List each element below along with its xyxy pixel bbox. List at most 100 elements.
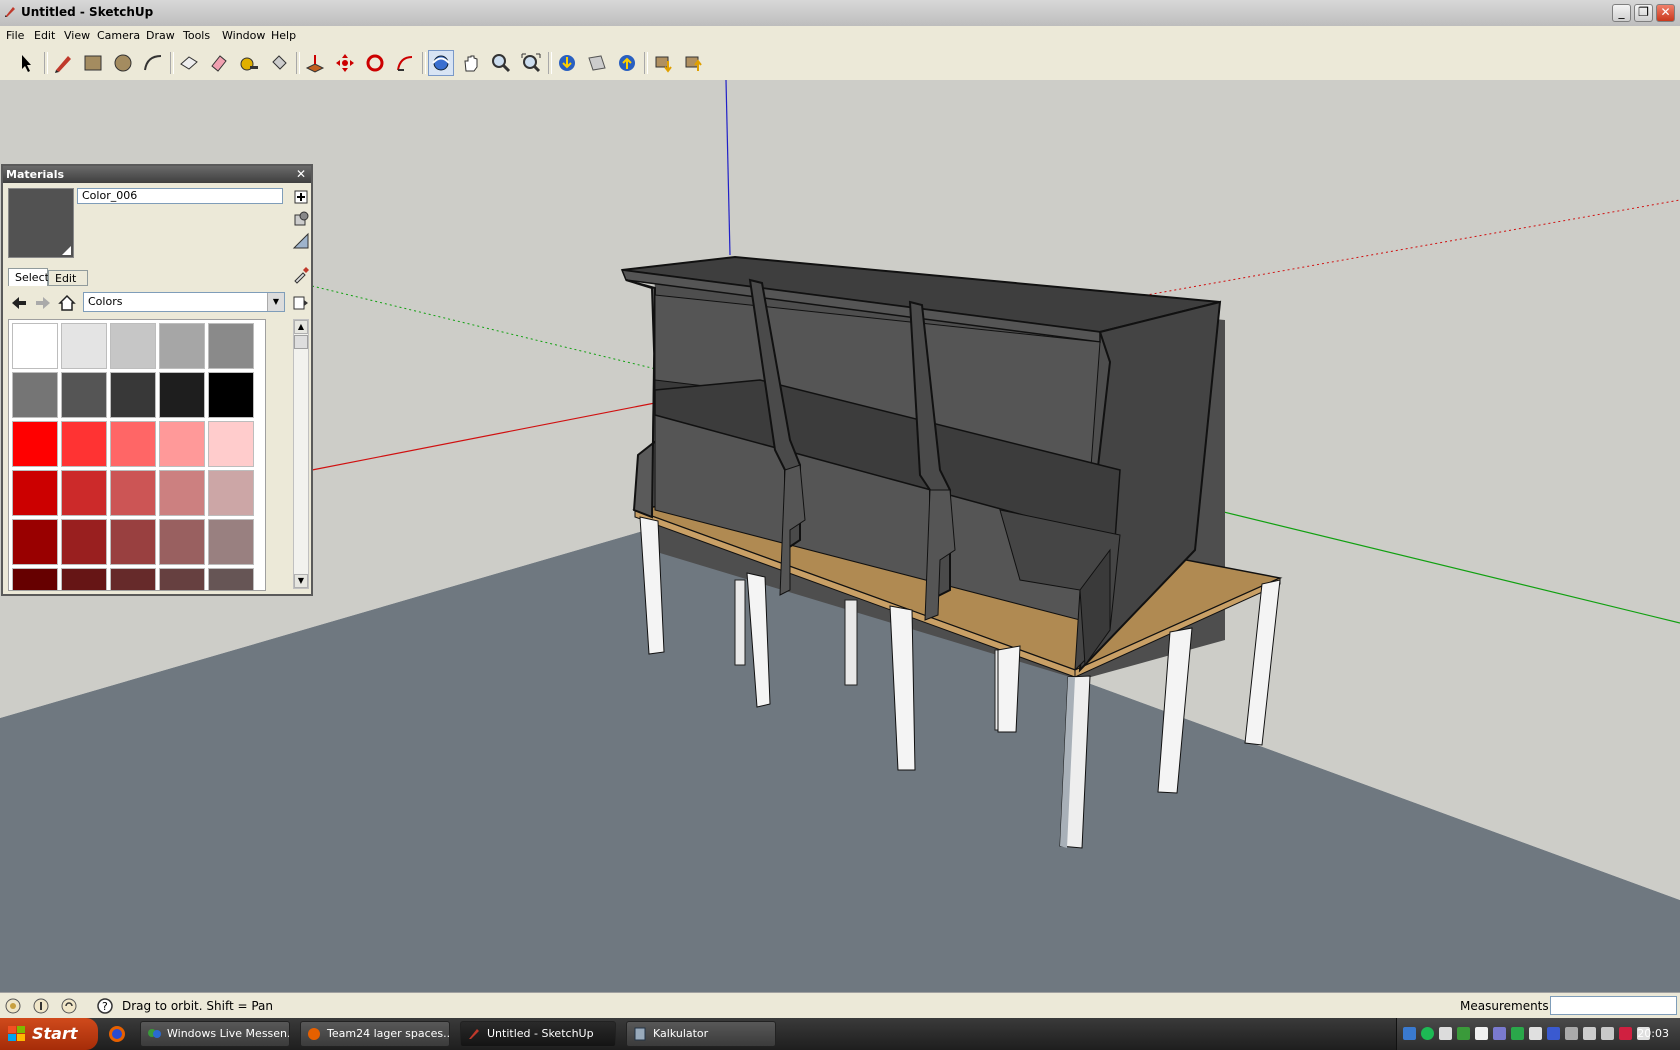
zoom-extents-icon[interactable] bbox=[518, 50, 544, 76]
scroll-thumb[interactable] bbox=[294, 335, 308, 349]
get-models-icon[interactable] bbox=[554, 50, 580, 76]
menu-view[interactable]: View bbox=[64, 29, 90, 42]
color-swatch[interactable] bbox=[12, 568, 58, 590]
color-swatch[interactable] bbox=[208, 519, 254, 565]
color-swatch[interactable] bbox=[61, 519, 107, 565]
scroll-down-icon[interactable]: ▼ bbox=[294, 574, 308, 588]
help-question-icon[interactable]: ? bbox=[96, 997, 114, 1015]
color-swatch[interactable] bbox=[208, 470, 254, 516]
color-swatch[interactable] bbox=[12, 519, 58, 565]
collection-dropdown[interactable]: Colors ▼ bbox=[83, 292, 285, 312]
firefox-quicklaunch-icon[interactable] bbox=[108, 1025, 126, 1043]
color-swatch[interactable] bbox=[208, 421, 254, 467]
share-model-icon[interactable] bbox=[614, 50, 640, 76]
eyedropper-icon[interactable] bbox=[292, 266, 310, 284]
follow-me-icon[interactable] bbox=[392, 50, 418, 76]
place-model-icon[interactable] bbox=[584, 50, 610, 76]
share-component-icon[interactable] bbox=[680, 50, 706, 76]
minimize-button[interactable]: _ bbox=[1612, 4, 1631, 22]
move-icon[interactable] bbox=[332, 50, 358, 76]
paint-bucket-icon[interactable] bbox=[266, 50, 292, 76]
default-material-icon[interactable] bbox=[292, 232, 310, 250]
wireless-icon[interactable] bbox=[1601, 1027, 1614, 1040]
arc-tool-icon[interactable] bbox=[140, 50, 166, 76]
measurements-input[interactable] bbox=[1550, 996, 1677, 1015]
color-swatch[interactable] bbox=[61, 470, 107, 516]
zoom-icon[interactable] bbox=[488, 50, 514, 76]
credits-icon[interactable] bbox=[32, 997, 50, 1015]
create-material-icon[interactable] bbox=[292, 188, 310, 206]
wifi-icon[interactable] bbox=[1475, 1027, 1488, 1040]
color-swatch[interactable] bbox=[110, 372, 156, 418]
taskbar-button-messenger[interactable]: Windows Live Messen... bbox=[140, 1021, 290, 1047]
restore-button[interactable]: ❐ bbox=[1634, 4, 1653, 22]
forward-arrow-icon[interactable] bbox=[34, 294, 52, 312]
taskbar-button-calculator[interactable]: Kalkulator bbox=[626, 1021, 776, 1047]
color-swatch[interactable] bbox=[110, 568, 156, 590]
shield-icon[interactable] bbox=[1619, 1027, 1632, 1040]
color-swatch[interactable] bbox=[110, 470, 156, 516]
color-swatch[interactable] bbox=[61, 323, 107, 369]
messenger-tray-icon[interactable] bbox=[1457, 1027, 1470, 1040]
rotate-icon[interactable] bbox=[362, 50, 388, 76]
bluetooth-icon[interactable] bbox=[1493, 1027, 1506, 1040]
color-swatch[interactable] bbox=[110, 323, 156, 369]
sample-corner-icon[interactable] bbox=[62, 246, 71, 255]
color-swatch[interactable] bbox=[159, 470, 205, 516]
tab-edit[interactable]: Edit bbox=[48, 270, 88, 286]
details-arrow-icon[interactable] bbox=[292, 294, 310, 312]
menu-edit[interactable]: Edit bbox=[34, 29, 55, 42]
home-icon[interactable] bbox=[58, 294, 76, 312]
rectangle-tool-icon[interactable] bbox=[80, 50, 106, 76]
menu-draw[interactable]: Draw bbox=[146, 29, 175, 42]
menu-help[interactable]: Help bbox=[271, 29, 296, 42]
n-app-icon[interactable] bbox=[1547, 1027, 1560, 1040]
color-swatch[interactable] bbox=[208, 568, 254, 590]
display-icon[interactable] bbox=[1439, 1027, 1452, 1040]
color-swatch[interactable] bbox=[61, 568, 107, 590]
security-icon[interactable] bbox=[1511, 1027, 1524, 1040]
color-swatch[interactable] bbox=[159, 519, 205, 565]
color-swatch[interactable] bbox=[110, 421, 156, 467]
color-swatch[interactable] bbox=[159, 323, 205, 369]
circle-tool-icon[interactable] bbox=[110, 50, 136, 76]
eraser-icon[interactable] bbox=[206, 50, 232, 76]
taskbar-button-sketchup[interactable]: Untitled - SketchUp bbox=[460, 1021, 616, 1047]
menu-window[interactable]: Window bbox=[222, 29, 265, 42]
taskbar-button-firefox[interactable]: Team24 lager spaces... bbox=[300, 1021, 450, 1047]
display-secondary-icon[interactable] bbox=[292, 210, 310, 228]
color-swatch[interactable] bbox=[12, 323, 58, 369]
tool-icon[interactable] bbox=[1565, 1027, 1578, 1040]
color-swatch[interactable] bbox=[208, 323, 254, 369]
color-swatch[interactable] bbox=[159, 421, 205, 467]
pencil-tool-icon[interactable] bbox=[50, 50, 76, 76]
mail-icon[interactable] bbox=[1529, 1027, 1542, 1040]
spotify-icon[interactable] bbox=[1421, 1027, 1434, 1040]
usb-icon[interactable] bbox=[1583, 1027, 1596, 1040]
select-tool-icon[interactable] bbox=[14, 50, 40, 76]
menu-tools[interactable]: Tools bbox=[183, 29, 210, 42]
swatch-scrollbar[interactable]: ▲ ▼ bbox=[293, 319, 309, 589]
get-components-icon[interactable] bbox=[650, 50, 676, 76]
network-icon[interactable] bbox=[1403, 1027, 1416, 1040]
start-button[interactable]: Start bbox=[0, 1018, 98, 1050]
tape-measure-icon[interactable] bbox=[236, 50, 262, 76]
color-swatch[interactable] bbox=[12, 372, 58, 418]
push-pull-icon[interactable] bbox=[302, 50, 328, 76]
back-arrow-icon[interactable] bbox=[10, 294, 28, 312]
color-swatch[interactable] bbox=[61, 421, 107, 467]
color-swatch[interactable] bbox=[208, 372, 254, 418]
tab-select[interactable]: Select bbox=[8, 268, 49, 286]
scroll-up-icon[interactable]: ▲ bbox=[294, 320, 308, 334]
chevron-down-icon[interactable]: ▼ bbox=[267, 293, 284, 311]
instructor-icon[interactable] bbox=[60, 997, 78, 1015]
geo-location-icon[interactable] bbox=[4, 997, 22, 1015]
color-swatch[interactable] bbox=[159, 568, 205, 590]
color-swatch[interactable] bbox=[110, 519, 156, 565]
close-window-button[interactable]: ✕ bbox=[1656, 4, 1675, 22]
color-swatch[interactable] bbox=[12, 421, 58, 467]
make-component-icon[interactable] bbox=[176, 50, 202, 76]
materials-close-button[interactable]: ✕ bbox=[296, 166, 306, 183]
menu-camera[interactable]: Camera bbox=[97, 29, 140, 42]
color-swatch[interactable] bbox=[159, 372, 205, 418]
